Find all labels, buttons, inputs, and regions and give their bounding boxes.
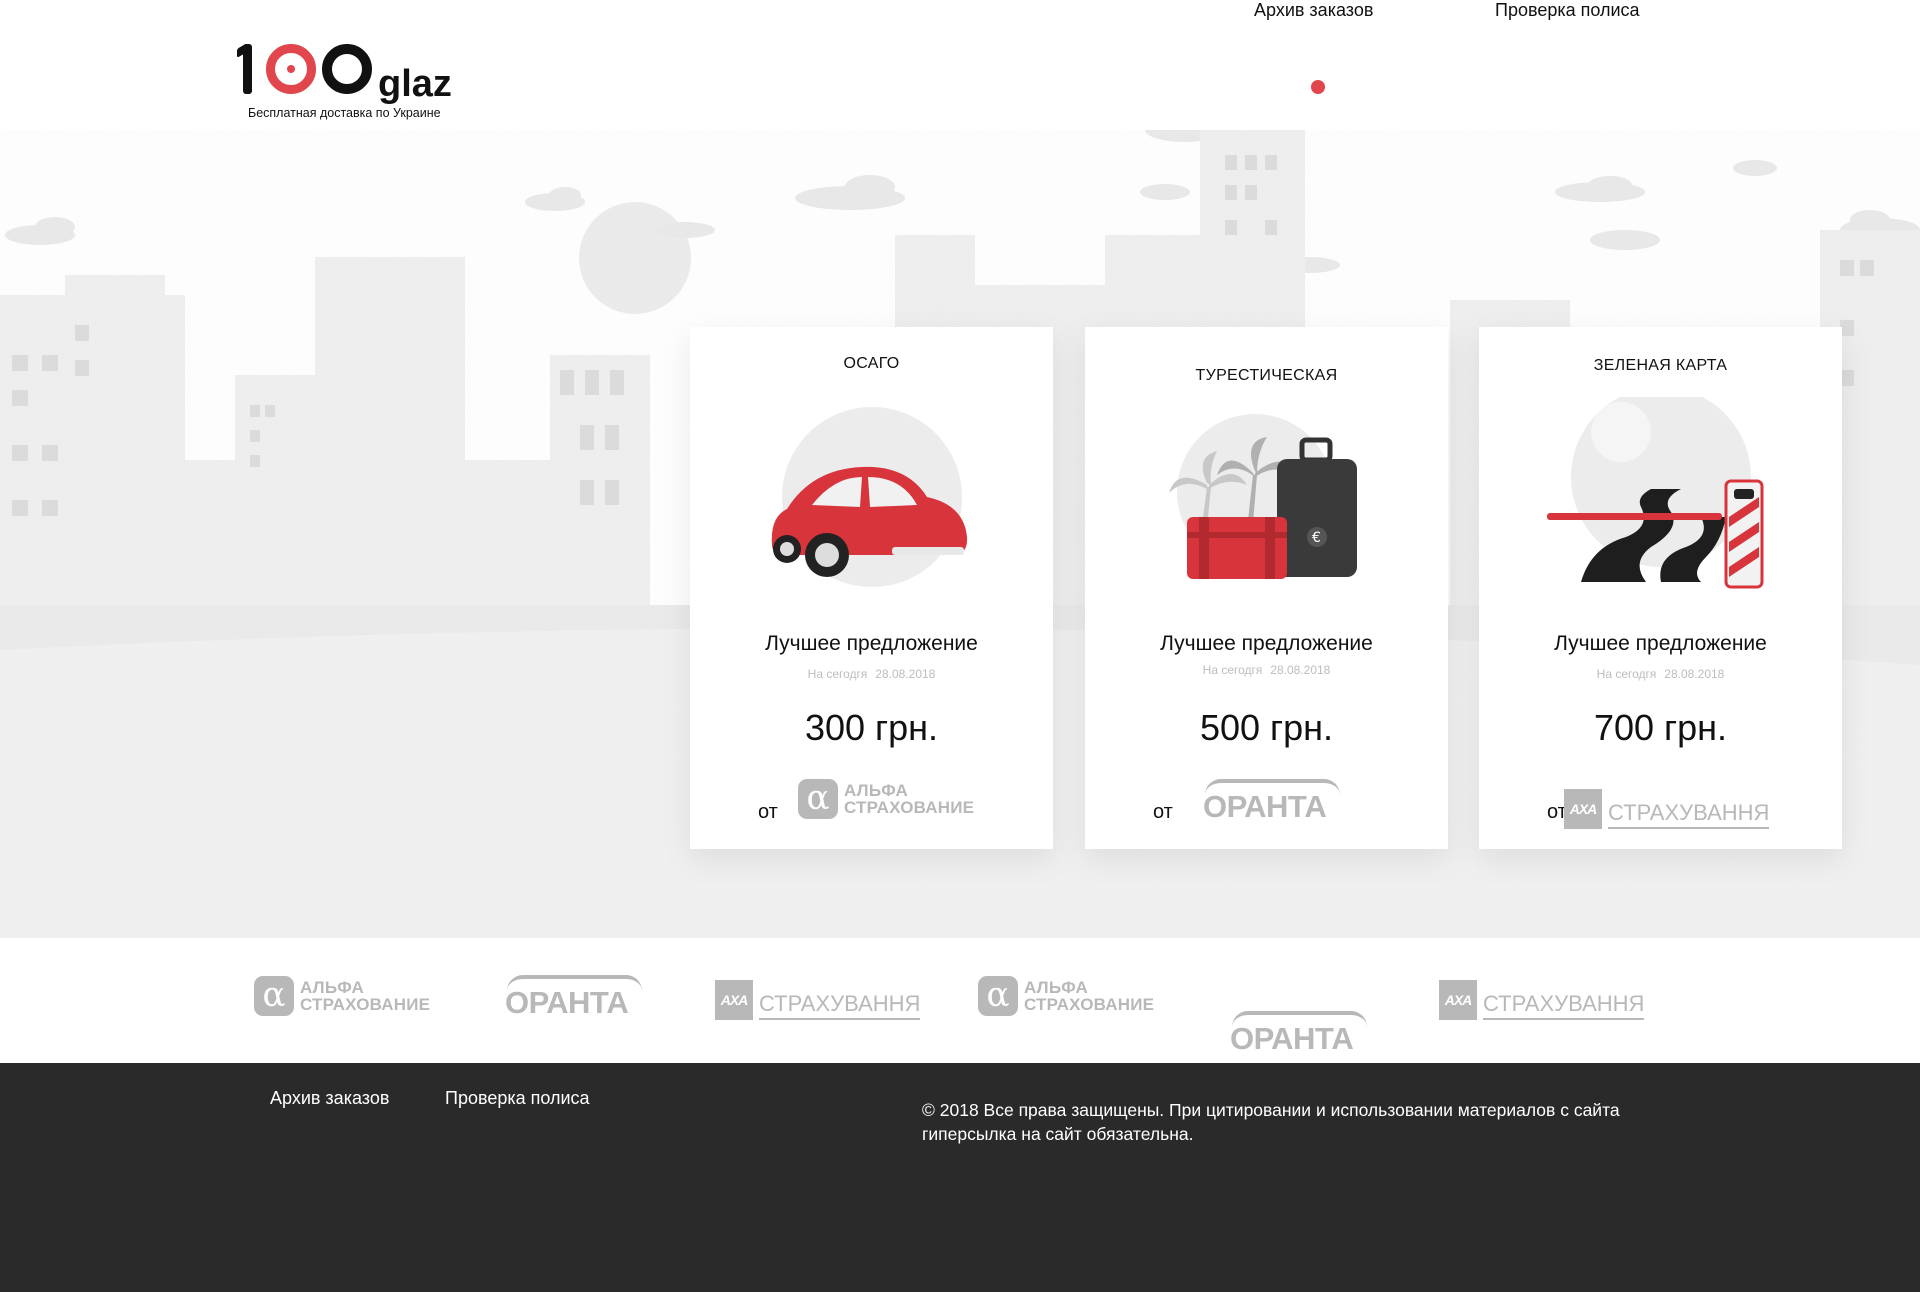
card-offer-label: Лучшее предложение <box>765 632 978 655</box>
site-header: glaz Бесплатная доставка по Украине Архи… <box>0 0 1920 130</box>
nav-archive-orders[interactable]: Архив заказов <box>1254 0 1373 21</box>
alfa-line2: СТРАХОВАНИЕ <box>1024 995 1155 1014</box>
logo-mark: glaz <box>243 38 483 103</box>
red-car-icon <box>771 407 967 587</box>
footer-link-archive-orders[interactable]: Архив заказов <box>270 1088 389 1109</box>
axa-symbol: AXA <box>715 980 753 1020</box>
partners-strip: α АЛЬФА СТРАХОВАНИЕ ОРАНТА AXA СТРАХУВАНН… <box>0 938 1920 1063</box>
axa-name: СТРАХУВАННЯ <box>1608 800 1770 829</box>
card-from-label: от <box>758 801 778 823</box>
suitcases-palms-icon: € <box>1168 414 1357 579</box>
site-footer: Архив заказов Проверка полиса © 2018 Все… <box>0 1063 1920 1292</box>
card-from-label: от <box>1153 801 1173 823</box>
logo[interactable]: glaz Бесплатная доставка по Украине <box>243 38 483 120</box>
card-price: 300 грн. <box>804 707 939 748</box>
card-date-label: На сегодгя <box>807 667 868 681</box>
partner-logo-alfa[interactable]: α АЛЬФА СТРАХОВАНИЕ <box>254 976 430 1016</box>
card-date-value: 28.08.2018 <box>1270 663 1331 677</box>
card-date-label: На сегодгя <box>1202 663 1263 677</box>
logo-eye-red <box>266 44 316 94</box>
oranta-arc <box>1205 779 1340 795</box>
footer-link-check-policy[interactable]: Проверка полиса <box>445 1088 590 1109</box>
logo-digit-one <box>243 44 252 94</box>
insurer-logo-alfa: α АЛЬФА СТРАХОВАНИЕ <box>798 779 974 819</box>
card-date-value: 28.08.2018 <box>875 667 936 681</box>
alfa-line1: АЛЬФА <box>1024 978 1088 997</box>
card-date: На сегодгя 28.08.2018 <box>1479 667 1842 681</box>
page: glaz Бесплатная доставка по Украине Архи… <box>0 0 1920 1292</box>
axa-name: СТРАХУВАННЯ <box>759 991 921 1020</box>
alfa-line1: АЛЬФА <box>300 978 364 997</box>
card-title: ОСАГО <box>843 355 900 372</box>
footer-copyright: © 2018 Все права защищены. При цитирован… <box>922 1100 1620 1144</box>
logo-tagline: Бесплатная доставка по Украине <box>248 106 441 120</box>
card-date: На сегодгя 28.08.2018 <box>1085 663 1448 677</box>
card-date: На сегодгя 28.08.2018 <box>690 667 1053 681</box>
alfa-line2: СТРАХОВАНИЕ <box>300 995 431 1014</box>
card-price: 500 грн. <box>1199 707 1334 748</box>
offer-card-green-card[interactable]: ЗЕЛЕНАЯ КАРТА Лучшее предложение На сего… <box>1479 327 1842 849</box>
oranta-arc <box>1232 1011 1367 1027</box>
card-price: 700 грн. <box>1593 707 1728 748</box>
offer-card-osago[interactable]: ОСАГО Лучшее предложение На сегодгя 28.08… <box>690 327 1053 849</box>
partner-logo-axa[interactable]: AXA СТРАХУВАННЯ <box>1439 980 1645 1020</box>
insurer-logo-axa: AXA СТРАХУВАННЯ <box>1564 789 1770 829</box>
axa-symbol: AXA <box>1564 789 1602 829</box>
oranta-arc <box>507 975 642 991</box>
alfa-symbol: α <box>254 976 294 1016</box>
card-date-label: На сегодгя <box>1596 667 1657 681</box>
logo-eye-black <box>322 44 372 94</box>
partner-logo-alfa[interactable]: α АЛЬФА СТРАХОВАНИЕ <box>978 976 1154 1016</box>
partner-logo-axa[interactable]: AXA СТРАХУВАННЯ <box>715 980 921 1020</box>
alfa-symbol: α <box>798 779 838 819</box>
offer-card-tourist[interactable]: ТУРЕСТИЧЕСКАЯ € Лучшее предложение На се… <box>1085 327 1448 849</box>
card-date-value: 28.08.2018 <box>1664 667 1725 681</box>
nav-check-policy[interactable]: Проверка полиса <box>1495 0 1640 21</box>
road-barrier-icon <box>1546 397 1763 589</box>
logo-word: glaz <box>378 63 452 105</box>
svg-text:€: € <box>1312 530 1321 546</box>
axa-symbol: AXA <box>1439 980 1477 1020</box>
alfa-line2: СТРАХОВАНИЕ <box>844 798 975 817</box>
card-title: ТУРЕСТИЧЕСКАЯ <box>1195 367 1338 384</box>
card-title: ЗЕЛЕНАЯ КАРТА <box>1593 357 1728 374</box>
axa-name: СТРАХУВАННЯ <box>1483 991 1645 1020</box>
card-offer-label: Лучшее предложение <box>1554 632 1767 655</box>
card-offer-label: Лучшее предложение <box>1160 632 1373 655</box>
alfa-symbol: α <box>978 976 1018 1016</box>
nav-active-indicator <box>1311 80 1325 94</box>
partner-logo-oranta[interactable]: ОРАНТА <box>1230 1011 1920 1057</box>
alfa-line1: АЛЬФА <box>844 781 908 800</box>
